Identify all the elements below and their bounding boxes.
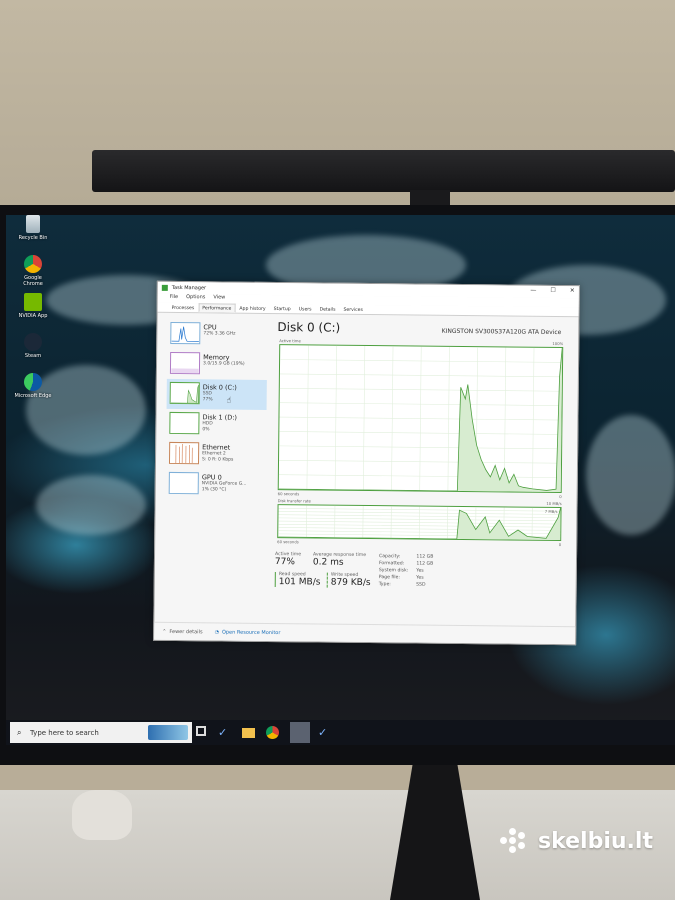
- sidebar-item-ethernet[interactable]: Ethernet Ethernet 2 S: 0 R: 0 Kbps: [166, 439, 266, 470]
- menu-file[interactable]: File: [170, 294, 178, 303]
- task-manager-window: Task Manager — ☐ ✕ File Options View Pro…: [153, 280, 580, 646]
- resource-monitor-icon: ◔: [214, 628, 219, 635]
- active-time-max: 100%: [552, 340, 564, 347]
- task-manager-icon: [161, 284, 168, 291]
- transfer-rate-inner: 7 MB/s: [544, 508, 558, 515]
- maximize-icon[interactable]: ☐: [550, 287, 555, 294]
- tab-users[interactable]: Users: [295, 304, 316, 313]
- desktop-icon-nvidia[interactable]: NVIDIA App: [14, 293, 52, 319]
- chevron-up-icon: ⌃: [162, 628, 167, 635]
- tab-performance[interactable]: Performance: [198, 303, 236, 313]
- edge-icon: [24, 373, 42, 391]
- ethernet-thumbnail: [168, 441, 200, 465]
- sidebar-item-disk-0[interactable]: Disk 0 (C:) SSD 77% ☝: [166, 378, 267, 410]
- sidebar-item-disk-1[interactable]: Disk 1 (D:) HDD 0%: [166, 409, 266, 440]
- desktop-icon-edge[interactable]: Microsoft Edge: [14, 373, 52, 399]
- active-time-stat-value: 77%: [274, 557, 296, 568]
- app-check-icon[interactable]: ✓: [318, 726, 331, 739]
- monitor-stand: [390, 765, 480, 900]
- write-speed-value: 879 KB/s: [330, 577, 371, 589]
- figurine: [72, 790, 132, 840]
- tab-services[interactable]: Services: [339, 305, 366, 314]
- sidebar-item-memory[interactable]: Memory 3.0/15.9 GB (19%): [167, 349, 267, 380]
- disk-properties: Capacity: Formatted: System disk: Page f…: [378, 554, 434, 588]
- nvidia-icon: [24, 293, 42, 311]
- tab-processes[interactable]: Processes: [168, 303, 199, 312]
- read-speed-value: 101 MB/s: [278, 577, 321, 588]
- tab-app-history[interactable]: App history: [235, 304, 269, 313]
- performance-sidebar: CPU 72% 3.36 GHz Memory 3.0/15.9 GB (19%…: [166, 319, 268, 500]
- active-time-span: 60 seconds: [277, 491, 300, 497]
- taskbar: ⌕ Type here to search ✓ ✓: [6, 720, 675, 745]
- desktop-icon-steam[interactable]: Steam: [14, 333, 52, 359]
- disk-0-thumbnail: [169, 381, 200, 405]
- steam-check-icon[interactable]: ✓: [218, 726, 231, 739]
- monitor-light-bar: [92, 150, 675, 192]
- desktop-icon-recycle-bin[interactable]: Recycle Bin: [14, 215, 52, 241]
- transfer-rate-span: 60 seconds: [277, 539, 299, 545]
- recycle-bin-icon: [26, 215, 40, 233]
- file-explorer-icon[interactable]: [242, 728, 255, 738]
- active-time-chart: [277, 344, 564, 494]
- chrome-icon: [24, 255, 42, 273]
- disk-model: KINGSTON SV300S37A120G ATA Device: [441, 327, 562, 337]
- active-time-label: Active time: [279, 338, 301, 344]
- transfer-rate-label: Disk transfer rate: [277, 498, 311, 504]
- transfer-rate-zero: 0: [558, 542, 562, 548]
- active-time-zero: 0: [559, 494, 562, 500]
- fewer-details-button[interactable]: ⌃ Fewer details: [162, 628, 202, 634]
- chrome-taskbar-icon[interactable]: [266, 726, 279, 739]
- active-time-graph: [278, 345, 563, 493]
- menu-view[interactable]: View: [213, 294, 225, 303]
- tab-details[interactable]: Details: [316, 304, 340, 313]
- menu-options[interactable]: Options: [186, 294, 205, 303]
- search-icon: ⌕: [17, 728, 22, 737]
- sidebar-item-gpu-0[interactable]: GPU 0 NVIDIA GeForce G... 1% (30 °C): [166, 469, 266, 500]
- steam-icon: [24, 333, 42, 351]
- desktop-icon-chrome[interactable]: Google Chrome: [14, 255, 52, 287]
- sidebar-item-cpu[interactable]: CPU 72% 3.36 GHz: [167, 319, 267, 350]
- watermark: skelbiu.lt: [500, 828, 653, 854]
- transfer-rate-graph: [278, 505, 561, 541]
- disk-detail-pane: Disk 0 (C:) KINGSTON SV300S37A120G ATA D…: [274, 320, 567, 589]
- memory-thumbnail: [169, 351, 201, 375]
- search-placeholder: Type here to search: [30, 728, 99, 737]
- response-time-value: 0.2 ms: [312, 557, 344, 568]
- taskbar-search-box[interactable]: ⌕ Type here to search: [10, 722, 192, 743]
- minimize-icon[interactable]: —: [530, 287, 536, 294]
- tab-startup[interactable]: Startup: [270, 304, 295, 313]
- open-resource-monitor-link[interactable]: ◔ Open Resource Monitor: [215, 629, 281, 636]
- transfer-rate-max: 10 MB/s: [546, 500, 562, 507]
- cpu-thumbnail: [170, 321, 201, 345]
- mouse-pointer-icon: ☝: [226, 395, 232, 405]
- search-highlight-icon: [148, 725, 188, 740]
- transfer-rate-chart: 7 MB/s: [277, 504, 562, 542]
- watermark-logo-icon: [500, 828, 532, 854]
- window-title: Task Manager: [171, 284, 207, 292]
- task-view-icon[interactable]: [196, 726, 206, 736]
- task-manager-taskbar-icon[interactable]: [290, 722, 310, 743]
- gpu-thumbnail: [168, 471, 199, 495]
- disk-stats: Active time 77% Average response time 0.…: [274, 552, 565, 589]
- disk-1-thumbnail: [169, 411, 200, 435]
- close-icon[interactable]: ✕: [570, 287, 575, 294]
- window-footer: ⌃ Fewer details ◔ Open Resource Monitor: [154, 621, 576, 645]
